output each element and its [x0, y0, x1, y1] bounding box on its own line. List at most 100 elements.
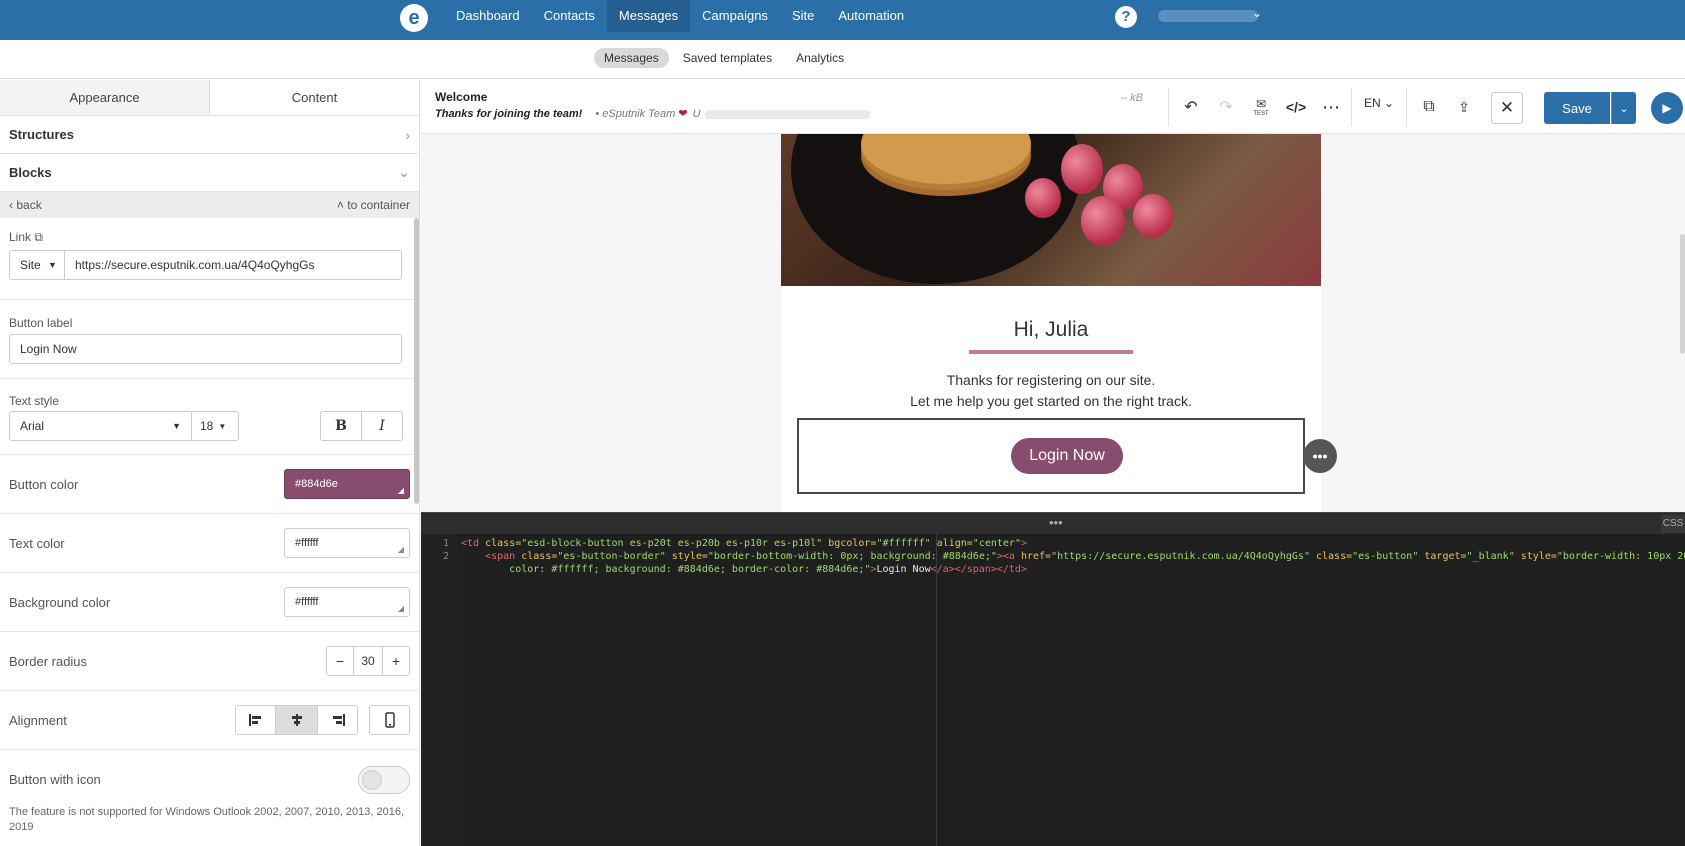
nav-site[interactable]: Site [780, 0, 826, 32]
resize-corner-icon: ◢ [397, 545, 404, 554]
nav-automation[interactable]: Automation [826, 0, 916, 32]
sender-initial: U [692, 108, 701, 120]
link-row: Link ⧉ Site ▼ https://secure.esputnik.co… [0, 218, 419, 300]
italic-button[interactable]: I [361, 411, 403, 441]
alignment-label: Alignment [9, 712, 67, 728]
copy-icon[interactable]: ⧉ [1416, 94, 1442, 120]
button-color-row: Button color #884d6e ◢ [0, 455, 419, 514]
sender-name: • eSputnik Team [595, 108, 676, 120]
code-icon[interactable]: </> [1283, 94, 1309, 120]
background-color-label: Background color [9, 594, 111, 610]
chevron-down-icon: ⌄ [398, 164, 410, 180]
structures-section[interactable]: Structures › [0, 116, 419, 154]
border-radius-row: Border radius − 30 + [0, 632, 419, 691]
nav-campaigns[interactable]: Campaigns [690, 0, 780, 32]
drag-handle-icon[interactable]: ••• [1049, 515, 1063, 530]
greeting-divider [969, 350, 1133, 354]
to-container-button[interactable]: ˄ to container [337, 198, 410, 212]
blocks-label: Blocks [9, 165, 52, 180]
css-tab[interactable]: CSS [1661, 515, 1685, 533]
mobile-icon[interactable] [369, 705, 410, 735]
html-source[interactable]: <td class="esd-block-button es-p20t es-p… [461, 537, 1685, 576]
close-button[interactable]: ✕ [1491, 92, 1523, 124]
sub-navigation: Messages Saved templates Analytics [0, 40, 1685, 79]
button-label-row: Button label Login Now [0, 300, 419, 379]
bold-button[interactable]: B [320, 411, 362, 441]
tab-appearance[interactable]: Appearance [0, 80, 209, 115]
test-send-icon[interactable]: ✉ TEST [1248, 94, 1274, 120]
line-numbers: 12 [421, 534, 457, 846]
link-type-select[interactable]: Site ▼ [9, 250, 65, 280]
text-style-label: Text style [9, 394, 60, 408]
redo-icon[interactable]: ↷ [1213, 94, 1239, 120]
align-right-icon[interactable] [317, 705, 358, 735]
block-actions-icon[interactable]: ••• [1303, 439, 1337, 473]
caret-down-icon: ▼ [48, 260, 57, 270]
border-radius-label: Border radius [9, 653, 88, 669]
font-family-select[interactable]: Arial ▼ [9, 411, 192, 441]
chevron-down-icon[interactable]: ⌄ [1252, 6, 1262, 20]
language-select[interactable]: EN ⌄ [1364, 96, 1394, 110]
email-subject[interactable]: Welcome [435, 90, 487, 104]
subnav-analytics[interactable]: Analytics [786, 48, 854, 68]
help-icon[interactable]: ? [1115, 6, 1137, 28]
nav-contacts[interactable]: Contacts [532, 0, 607, 32]
tab-content[interactable]: Content [209, 80, 419, 115]
font-size-select[interactable]: 18 ▼ [191, 411, 239, 441]
login-now-button[interactable]: Login Now [1011, 438, 1123, 474]
canvas-scrollbar[interactable] [1680, 234, 1685, 354]
email-preheader[interactable]: Thanks for joining the team! • eSputnik … [435, 107, 870, 120]
email-greeting[interactable]: Hi, Julia [781, 318, 1321, 342]
border-radius-input[interactable]: 30 [354, 646, 382, 676]
more-icon[interactable]: ⋯ [1318, 94, 1344, 120]
heart-icon: ❤ [678, 108, 688, 120]
email-size: – kB [1121, 92, 1144, 104]
link-label: Link ⧉ [9, 230, 43, 244]
code-editor[interactable]: 12 <td class="esd-block-button es-p20t e… [421, 534, 1685, 846]
background-color-picker[interactable]: #ffffff ◢ [284, 587, 410, 617]
code-panel-resizer[interactable]: ••• CSS [421, 512, 1685, 534]
blocks-section[interactable]: Blocks ⌄ [0, 154, 419, 192]
text-color-label: Text color [9, 535, 65, 551]
undo-icon[interactable]: ↶ [1178, 94, 1204, 120]
hero-image[interactable] [781, 134, 1321, 286]
preview-icon[interactable]: ▶ [1651, 92, 1683, 124]
subnav-saved-templates[interactable]: Saved templates [673, 48, 782, 68]
background-color-row: Background color #ffffff ◢ [0, 573, 419, 632]
button-with-icon-toggle[interactable] [358, 765, 410, 794]
resize-corner-icon: ◢ [397, 604, 404, 613]
export-icon[interactable]: ⇪ [1451, 94, 1477, 120]
chevron-up-icon: ˄ [336, 198, 344, 212]
alignment-row: Alignment [0, 691, 419, 750]
nav-messages[interactable]: Messages [606, 0, 691, 32]
button-color-label: Button color [9, 476, 79, 492]
border-radius-stepper: − 30 + [326, 646, 410, 676]
text-color-row: Text color #ffffff ◢ [0, 514, 419, 573]
link-url-input[interactable]: https://secure.esputnik.com.ua/4Q4oQyhgG… [64, 250, 402, 280]
main-menu: Dashboard Contacts Messages Campaigns Si… [444, 0, 916, 32]
minus-button[interactable]: − [326, 646, 354, 676]
top-navigation: e Dashboard Contacts Messages Campaigns … [0, 0, 1685, 40]
user-account-name[interactable] [1158, 10, 1258, 22]
email-intro-line2[interactable]: Let me help you get started on the right… [781, 393, 1321, 409]
nav-dashboard[interactable]: Dashboard [444, 0, 532, 32]
button-label-input[interactable]: Login Now [9, 334, 402, 364]
back-button[interactable]: ‹ back [9, 198, 42, 212]
save-button[interactable]: Save [1544, 92, 1610, 124]
align-center-icon[interactable] [276, 705, 317, 735]
align-left-icon[interactable] [235, 705, 276, 735]
save-options-button[interactable]: ⌄ [1611, 92, 1636, 124]
selected-button-block[interactable]: Login Now [797, 418, 1305, 494]
chevron-left-icon: ‹ [9, 198, 13, 212]
esputnik-logo[interactable]: e [400, 4, 428, 32]
button-with-icon-label: Button with icon [9, 772, 101, 787]
button-label-label: Button label [9, 316, 73, 330]
panel-scrollbar[interactable] [414, 218, 419, 504]
copy-icon[interactable]: ⧉ [34, 230, 43, 244]
plus-button[interactable]: + [382, 646, 410, 676]
button-color-picker[interactable]: #884d6e ◢ [284, 469, 410, 499]
subnav-messages[interactable]: Messages [594, 48, 669, 68]
button-with-icon-row: Button with icon [0, 750, 419, 809]
email-intro-line1[interactable]: Thanks for registering on our site. [781, 372, 1321, 388]
text-color-picker[interactable]: #ffffff ◢ [284, 528, 410, 558]
